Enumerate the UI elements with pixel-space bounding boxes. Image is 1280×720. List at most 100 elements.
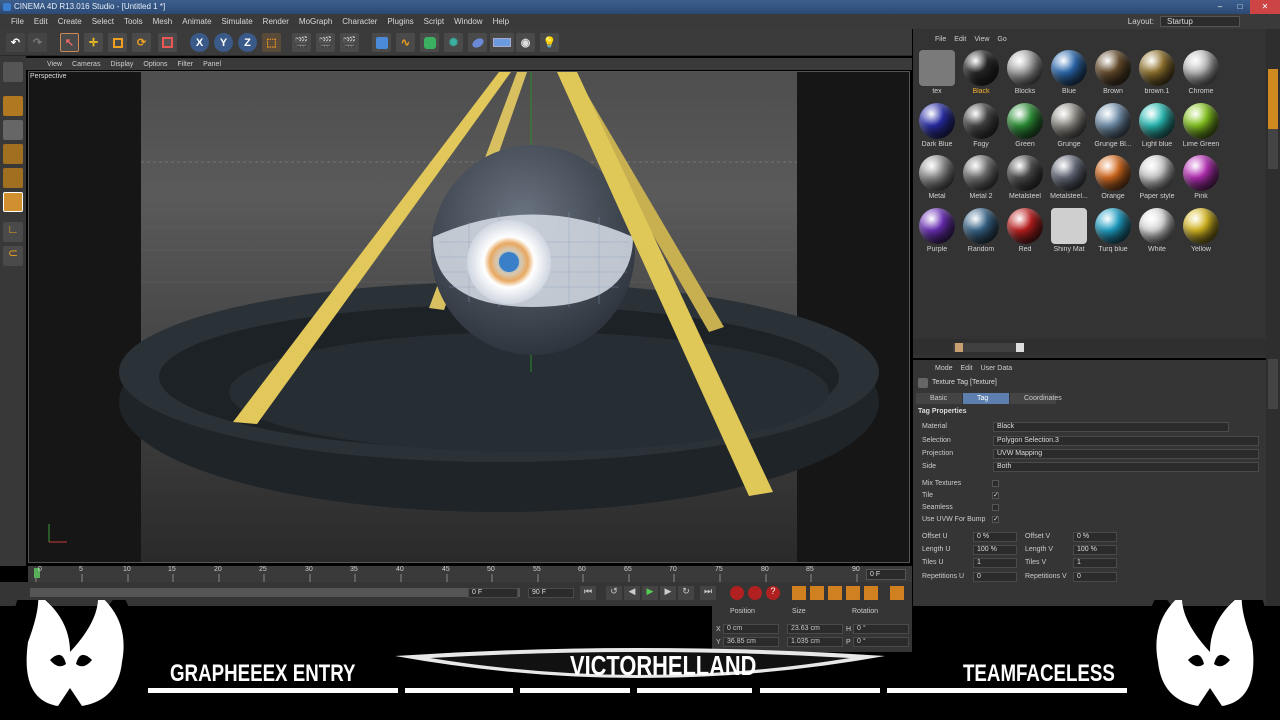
menu-tools[interactable]: Tools xyxy=(119,17,148,26)
material-grunge[interactable]: Grunge xyxy=(1047,101,1091,153)
material-grunge-bl[interactable]: Grunge Bl... xyxy=(1091,101,1135,153)
live-selection-icon[interactable]: ↖ xyxy=(60,33,79,52)
repetitions-v-field[interactable]: 0 xyxy=(1073,572,1117,582)
next-key-icon[interactable]: ↻ xyxy=(678,586,694,600)
axis-mode-icon[interactable]: ∟ xyxy=(3,222,23,242)
material-lime-green[interactable]: Lime Green xyxy=(1179,101,1223,153)
material-red[interactable]: Red xyxy=(1003,206,1047,258)
menu-animate[interactable]: Animate xyxy=(177,17,216,26)
structure-tab[interactable] xyxy=(1268,129,1278,169)
menu-select[interactable]: Select xyxy=(87,17,119,26)
viewport-menu-filter[interactable]: Filter xyxy=(173,61,199,68)
repetitions-u-field[interactable]: 0 xyxy=(973,572,1017,582)
material-tex[interactable]: tex xyxy=(915,48,959,100)
array-icon[interactable]: ✺ xyxy=(444,33,463,52)
render-picture-viewer-icon[interactable]: 🎬 xyxy=(316,33,335,52)
material-pink[interactable]: Pink xyxy=(1179,153,1223,205)
key-parameter-icon[interactable] xyxy=(846,586,860,600)
make-editable-icon[interactable] xyxy=(3,62,23,82)
record-icon[interactable] xyxy=(730,586,744,600)
edges-mode-icon[interactable] xyxy=(3,168,23,188)
material-blue[interactable]: Blue xyxy=(1047,48,1091,100)
z-axis-button[interactable]: Z xyxy=(238,33,257,52)
autokey-icon[interactable] xyxy=(748,586,762,600)
menu-file[interactable]: File xyxy=(6,17,29,26)
material-green[interactable]: Green xyxy=(1003,101,1047,153)
render-view-icon[interactable]: 🎬 xyxy=(292,33,311,52)
menu-edit[interactable]: Edit xyxy=(29,17,53,26)
offset-v-field[interactable]: 0 % xyxy=(1073,532,1117,542)
previous-frame-icon[interactable]: ◀ xyxy=(624,586,640,600)
keyframe-selection-icon[interactable]: ? xyxy=(766,586,780,600)
end-frame-field[interactable]: 90 F xyxy=(528,588,574,598)
material-white[interactable]: White xyxy=(1135,206,1179,258)
next-frame-icon[interactable]: ▶ xyxy=(660,586,676,600)
key-position-icon[interactable] xyxy=(792,586,806,600)
floor-icon[interactable] xyxy=(490,33,514,52)
attribute-menu-mode[interactable]: Mode xyxy=(931,365,957,372)
tile-checkbox[interactable]: ✓ xyxy=(992,492,999,499)
points-mode-icon[interactable] xyxy=(3,144,23,164)
material-yellow[interactable]: Yellow xyxy=(1179,206,1223,258)
material-fogy[interactable]: Fogy xyxy=(959,101,1003,153)
viewport-menu-display[interactable]: Display xyxy=(105,61,138,68)
length-v-field[interactable]: 100 % xyxy=(1073,545,1117,555)
material-black[interactable]: Black xyxy=(959,48,1003,100)
texture-mode-icon[interactable] xyxy=(3,120,23,140)
menu-window[interactable]: Window xyxy=(449,17,487,26)
coordinate-system-icon[interactable]: ⬚ xyxy=(262,33,281,52)
redo-icon[interactable]: ↷ xyxy=(28,33,47,52)
menu-character[interactable]: Character xyxy=(337,17,382,26)
menu-mesh[interactable]: Mesh xyxy=(148,17,178,26)
frame-range-slider[interactable] xyxy=(30,588,520,597)
material-metalsteel[interactable]: Metalsteel... xyxy=(1047,153,1091,205)
material-orange[interactable]: Orange xyxy=(1091,153,1135,205)
menu-create[interactable]: Create xyxy=(53,17,87,26)
length-u-field[interactable]: 100 % xyxy=(973,545,1017,555)
scale-icon[interactable] xyxy=(108,33,127,52)
tab-coordinates[interactable]: Coordinates xyxy=(1010,393,1062,404)
close-button[interactable]: ✕ xyxy=(1250,0,1280,14)
menu-plugins[interactable]: Plugins xyxy=(382,17,418,26)
material-turq-blue[interactable]: Turq blue xyxy=(1091,206,1135,258)
timeline[interactable]: 0 5 10 15 20 25 30 35 40 45 50 55 60 65 … xyxy=(28,566,912,582)
light-icon[interactable]: 💡 xyxy=(540,33,559,52)
y-axis-button[interactable]: Y xyxy=(214,33,233,52)
key-rotation-icon[interactable] xyxy=(828,586,842,600)
tab-basic[interactable]: Basic xyxy=(916,393,962,404)
side-dropdown[interactable]: Both xyxy=(993,462,1259,472)
tab-tag[interactable]: Tag xyxy=(963,393,1009,404)
go-to-end-icon[interactable]: ⏭ xyxy=(700,586,716,600)
attribute-menu-userdata[interactable]: User Data xyxy=(977,365,1017,372)
material-metalsteel[interactable]: Metalsteel xyxy=(1003,153,1047,205)
menu-mograph[interactable]: MoGraph xyxy=(294,17,337,26)
attribute-menu-edit[interactable]: Edit xyxy=(957,365,977,372)
viewport-menu-panel[interactable]: Panel xyxy=(198,61,226,68)
menu-script[interactable]: Script xyxy=(419,17,449,26)
rotate-icon[interactable]: ⟳ xyxy=(132,33,151,52)
selection-field[interactable]: Polygon Selection.3 xyxy=(993,436,1259,446)
tiles-v-field[interactable]: 1 xyxy=(1073,558,1117,568)
undo-icon[interactable]: ↶ xyxy=(6,33,25,52)
scheme-icon[interactable] xyxy=(890,586,904,600)
seamless-checkbox[interactable] xyxy=(992,504,999,511)
material-paper-style[interactable]: Paper style xyxy=(1135,153,1179,205)
maximize-button[interactable]: □ xyxy=(1230,0,1250,14)
projection-dropdown[interactable]: UVW Mapping xyxy=(993,449,1259,459)
use-uvw-checkbox[interactable]: ✓ xyxy=(992,516,999,523)
material-chrome[interactable]: Chrome xyxy=(1179,48,1223,100)
camera-icon[interactable]: ◉ xyxy=(516,33,535,52)
minimize-button[interactable]: – xyxy=(1210,0,1230,14)
model-mode-icon[interactable] xyxy=(3,96,23,116)
play-icon[interactable]: ▶ xyxy=(642,586,658,600)
material-brown[interactable]: Brown xyxy=(1091,48,1135,100)
move-icon[interactable]: ✛ xyxy=(84,33,103,52)
viewport-menu-options[interactable]: Options xyxy=(138,61,172,68)
mix-textures-checkbox[interactable] xyxy=(992,480,999,487)
current-frame-field[interactable]: 0 F xyxy=(866,569,906,580)
menu-render[interactable]: Render xyxy=(258,17,294,26)
deformer-icon[interactable] xyxy=(468,33,487,52)
material-light-blue[interactable]: Light blue xyxy=(1135,101,1179,153)
recent-tools-icon[interactable] xyxy=(158,33,177,52)
snap-icon[interactable]: ⊂ xyxy=(3,246,23,266)
